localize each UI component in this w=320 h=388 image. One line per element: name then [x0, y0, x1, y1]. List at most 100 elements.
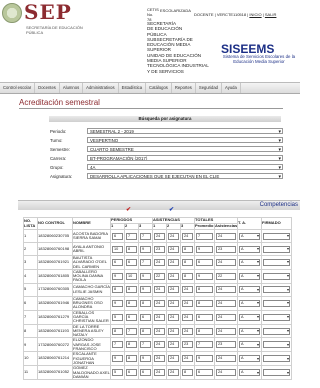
firmado-select[interactable]	[263, 327, 291, 335]
ta-select[interactable]: A	[239, 258, 261, 266]
attendance-input[interactable]: 24	[168, 341, 179, 349]
period-grade-input[interactable]: 9	[112, 355, 123, 363]
ta-select[interactable]: A	[239, 327, 261, 335]
ta-select[interactable]: A	[239, 245, 261, 253]
nav-estadistica[interactable]: Estadística	[119, 83, 147, 93]
attendance-input[interactable]: 24	[154, 341, 165, 349]
firmado-select[interactable]	[263, 369, 291, 377]
attendance-input[interactable]: 24	[168, 286, 179, 294]
turno-select[interactable]: VESPERTINO	[87, 137, 283, 143]
nav-seguridad[interactable]: Seguridad	[196, 83, 222, 93]
carrera-select[interactable]: BT-PROGRAMACIÓN (2017)	[87, 155, 283, 161]
attendance-input[interactable]: 24	[182, 327, 194, 335]
firmado-select[interactable]	[263, 286, 291, 294]
period-grade-input[interactable]: 5	[112, 313, 123, 321]
period-grade-input[interactable]: 7	[140, 232, 151, 240]
period-grade-input[interactable]: 6	[112, 232, 123, 240]
ta-select[interactable]: A	[239, 341, 261, 349]
period-grade-input[interactable]: 9	[112, 299, 123, 307]
ta-select[interactable]: A	[239, 313, 261, 321]
firmado-select[interactable]	[263, 341, 291, 349]
period-grade-input[interactable]: 7	[126, 327, 137, 335]
firmado-select[interactable]	[263, 313, 291, 321]
attendance-input[interactable]: 24	[154, 355, 165, 363]
ta-select[interactable]: A	[239, 369, 261, 377]
semestre-select[interactable]: CUARTO SEMESTRE	[87, 146, 283, 152]
attendance-input[interactable]: 24	[168, 355, 179, 363]
firmado-select[interactable]	[263, 355, 291, 363]
period-grade-input[interactable]: 8	[112, 286, 123, 294]
ta-select[interactable]: A	[239, 232, 261, 240]
nav-control-escolar[interactable]: Control escolar	[0, 83, 36, 93]
attendance-input[interactable]: 24	[168, 299, 179, 307]
attendance-input[interactable]: 8	[182, 258, 194, 266]
period-grade-input[interactable]: 6	[126, 258, 137, 266]
nav-catalogos[interactable]: Catálogos	[146, 83, 172, 93]
home-link[interactable]: INICIO	[249, 12, 261, 17]
asignatura-select[interactable]: DESARROLLA APLICACIONES QUE SE EJECUTAN …	[87, 173, 283, 179]
attendance-input[interactable]: 22	[154, 272, 165, 280]
attendance-input[interactable]: 24	[168, 245, 179, 253]
attendance-input[interactable]: 24	[168, 327, 179, 335]
firmado-select[interactable]	[263, 258, 291, 266]
attendance-input[interactable]: 24	[168, 272, 179, 280]
period-grade-input[interactable]: 6	[126, 313, 137, 321]
period-grade-input[interactable]: 8	[140, 299, 151, 307]
attendance-input[interactable]: 24	[168, 369, 179, 377]
nav-reportes[interactable]: Reportes	[172, 83, 196, 93]
period-grade-input[interactable]: 9	[140, 245, 151, 253]
attendance-input[interactable]: 24	[168, 313, 179, 321]
nav-alumnos[interactable]: Alumnos	[60, 83, 84, 93]
attendance-input[interactable]: 24	[154, 369, 165, 377]
nav-administrativos[interactable]: Administrativos	[83, 83, 119, 93]
attendance-input[interactable]: 24	[154, 258, 165, 266]
period-grade-input[interactable]: 9	[140, 272, 151, 280]
period-grade-input[interactable]: 9	[140, 355, 151, 363]
period-grade-input[interactable]: 9	[112, 272, 123, 280]
logout-link[interactable]: SALIR	[265, 12, 277, 17]
attendance-input[interactable]: 23	[182, 341, 194, 349]
period-grade-input[interactable]: 7	[140, 258, 151, 266]
firmado-select[interactable]	[263, 299, 291, 307]
attendance-input[interactable]: 24	[154, 327, 165, 335]
period-grade-input[interactable]: 9	[140, 286, 151, 294]
period-grade-input[interactable]: 10	[126, 272, 137, 280]
period-grade-input[interactable]: 8	[126, 286, 137, 294]
period-grade-input[interactable]: 8	[126, 245, 137, 253]
period-grade-input[interactable]: 8	[126, 299, 137, 307]
ta-select[interactable]: A	[239, 355, 261, 363]
attendance-input[interactable]: 24	[182, 232, 194, 240]
attendance-input[interactable]: 24	[168, 258, 179, 266]
period-grade-input[interactable]: 5	[112, 369, 123, 377]
period-grade-input[interactable]: 6	[112, 258, 123, 266]
attendance-input[interactable]: 8	[182, 272, 194, 280]
firmado-select[interactable]	[263, 272, 291, 280]
period-grade-input[interactable]: 7	[140, 341, 151, 349]
firmado-select[interactable]	[263, 245, 291, 253]
period-grade-input[interactable]: 8	[126, 341, 137, 349]
period-grade-input[interactable]: 10	[112, 245, 123, 253]
ta-select[interactable]: A	[239, 286, 261, 294]
period-grade-input[interactable]: 6	[140, 313, 151, 321]
period-grade-input[interactable]: 6	[140, 369, 151, 377]
attendance-input[interactable]: 24	[154, 313, 165, 321]
attendance-input[interactable]: 24	[182, 355, 194, 363]
nav-ayuda[interactable]: Ayuda	[222, 83, 241, 93]
attendance-input[interactable]: 24	[182, 286, 194, 294]
period-grade-input[interactable]: 7	[112, 341, 123, 349]
firmado-select[interactable]	[263, 232, 291, 240]
attendance-input[interactable]: 24	[154, 232, 165, 240]
period-grade-input[interactable]: 8	[126, 355, 137, 363]
attendance-input[interactable]: 8	[182, 369, 194, 377]
grupo-select[interactable]: 4A	[87, 164, 283, 170]
attendance-input[interactable]: 8	[182, 245, 194, 253]
ta-select[interactable]: A	[239, 299, 261, 307]
attendance-input[interactable]: 23	[154, 245, 165, 253]
attendance-input[interactable]: 24	[182, 299, 194, 307]
period-grade-input[interactable]: 8	[112, 327, 123, 335]
period-grade-input[interactable]: 8	[140, 327, 151, 335]
period-grade-input[interactable]: 6	[126, 369, 137, 377]
attendance-input[interactable]: 24	[182, 313, 194, 321]
periodo-select[interactable]: SEMESTRAL 2 - 2019	[87, 128, 283, 134]
period-grade-input[interactable]: 7	[126, 232, 137, 240]
